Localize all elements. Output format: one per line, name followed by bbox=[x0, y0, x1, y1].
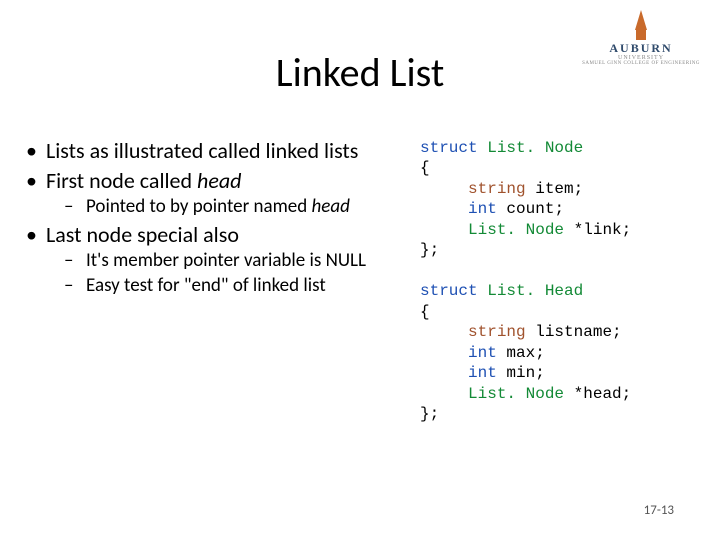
brace-open-2: { bbox=[420, 303, 430, 321]
typ-string-1: string bbox=[468, 180, 526, 198]
slide-title: Linked List bbox=[0, 48, 720, 97]
bullet-1-text: Lists as illustrated called linked lists bbox=[46, 137, 358, 164]
bullet-3-text: Last node special also bbox=[46, 221, 239, 248]
kw-int-3: int bbox=[468, 364, 497, 382]
typ-listhead: List. Head bbox=[487, 282, 583, 300]
brace-open-1: { bbox=[420, 159, 430, 177]
head-f4: *head; bbox=[564, 385, 631, 403]
head-f3: min; bbox=[497, 364, 545, 382]
typ-listnode: List. Node bbox=[487, 139, 583, 157]
kw-int-2: int bbox=[468, 344, 497, 362]
node-f1: item; bbox=[526, 180, 584, 198]
head-f1: listname; bbox=[526, 323, 622, 341]
brace-close-1: }; bbox=[420, 241, 439, 259]
typ-listnode-3: List. Node bbox=[468, 385, 564, 403]
bullet-2-sub-pre: Pointed to by pointer named bbox=[86, 195, 312, 218]
logo-tower-icon bbox=[635, 10, 647, 30]
typ-string-2: string bbox=[468, 323, 526, 341]
code-snippet: struct List. Node { string item; int cou… bbox=[420, 138, 710, 425]
node-f2: count; bbox=[497, 200, 564, 218]
bullet-2-pre: First node called bbox=[46, 167, 197, 194]
node-f3: *link; bbox=[564, 221, 631, 239]
bullet-2-em: head bbox=[197, 167, 241, 194]
kw-int-1: int bbox=[468, 200, 497, 218]
head-f2: max; bbox=[497, 344, 545, 362]
bullet-2-sub-em: head bbox=[312, 195, 350, 218]
typ-listnode-2: List. Node bbox=[468, 221, 564, 239]
page-number: 17-13 bbox=[644, 503, 674, 518]
kw-struct-2: struct bbox=[420, 282, 478, 300]
kw-struct: struct bbox=[420, 139, 478, 157]
brace-close-2: }; bbox=[420, 405, 439, 423]
